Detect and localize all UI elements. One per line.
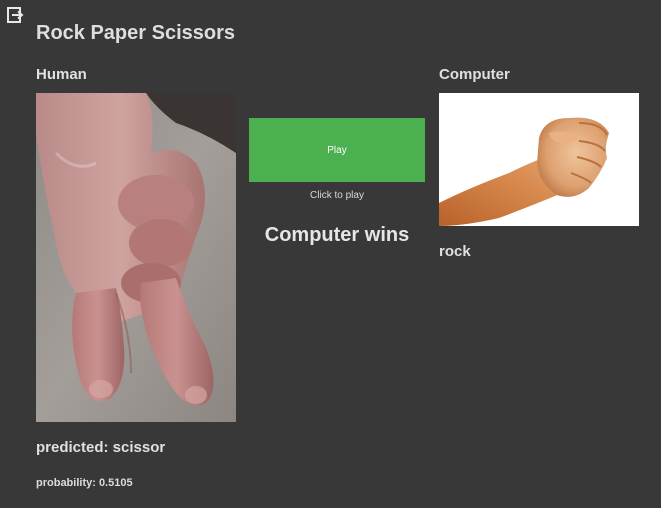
probability-label: probability: 0.5105 [36,477,133,489]
exit-icon[interactable] [6,6,24,24]
computer-choice-label: rock [439,243,471,260]
computer-choice-image [439,93,639,226]
human-hand-image [36,93,236,422]
human-heading: Human [36,66,87,83]
play-hint: Click to play [310,190,364,201]
play-button[interactable]: Play [249,118,425,182]
computer-heading: Computer [439,66,510,83]
predicted-label: predicted: scissor [36,439,166,456]
page-title: Rock Paper Scissors [36,22,235,44]
result-text: Computer wins [264,224,410,246]
